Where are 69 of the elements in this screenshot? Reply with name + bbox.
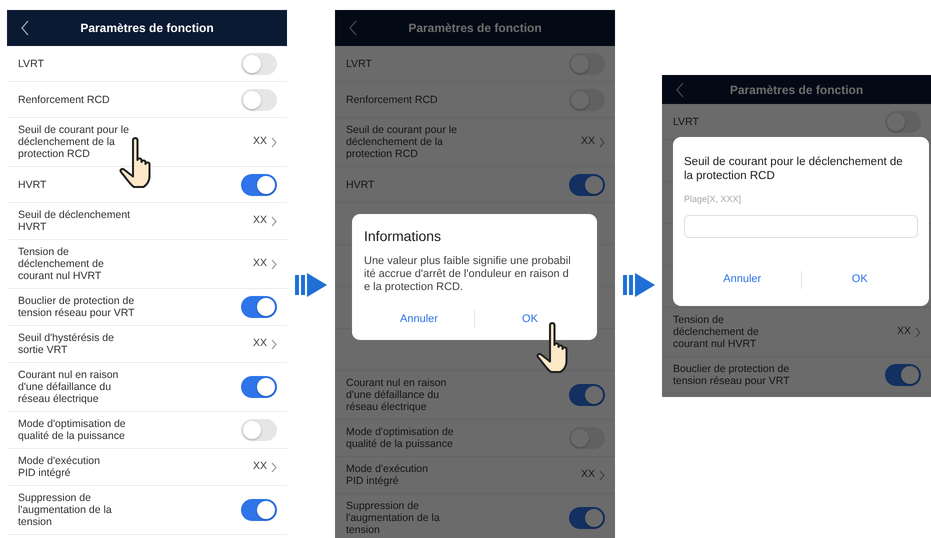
- double-arrow-icon: [294, 272, 328, 298]
- dialog-button[interactable]: Annuler: [364, 306, 474, 332]
- chevron-right-icon: [599, 470, 605, 480]
- setting-label: Courant nul en raison d'une défaillance du réseau électrique: [18, 369, 118, 405]
- toggle-switch[interactable]: [241, 376, 277, 398]
- double-arrow-icon: [622, 272, 656, 298]
- setting-label: Mode d'exécution PID intégré: [18, 455, 100, 479]
- chevron-right-icon: [271, 338, 277, 350]
- setting-value: XX: [896, 324, 911, 340]
- chevron-right-icon: [271, 462, 277, 472]
- setting-label: Seuil de déclenchement HVRT: [18, 209, 130, 233]
- toggle-switch[interactable]: [885, 110, 921, 132]
- dialog-button[interactable]: OK: [802, 267, 918, 292]
- setting-label: Renforcement RCD: [18, 94, 110, 106]
- chevron-right-icon: [271, 136, 277, 148]
- range-hint: Plage[X, XXX]: [684, 193, 742, 206]
- toggle-switch[interactable]: [241, 52, 277, 74]
- toggle-switch[interactable]: [241, 419, 277, 441]
- setting-label: Seuil de courant pour le déclenchement de la protection RCD: [346, 124, 457, 160]
- dialog-title: Seuil de courant pour le déclenchement de la protection RCD: [684, 155, 904, 183]
- dialog-message: Une valeur plus faible signifie une probabilité accrue d'arrêt de l'onduleur en raison de la protection RCD.: [364, 255, 571, 294]
- setting-label: Seuil de courant pour le déclenchement de la protection RCD: [18, 124, 129, 160]
- setting-label: Renforcement RCD: [346, 94, 438, 106]
- setting-value: XX: [252, 134, 267, 150]
- setting-label: Mode d'exécution PID intégré: [346, 463, 428, 487]
- toggle-switch[interactable]: [569, 52, 605, 74]
- setting-label: Seuil d'hystérésis de sortie VRT: [18, 332, 114, 356]
- setting-label: Courant nul en raison d'une défaillance du réseau électrique: [346, 377, 446, 413]
- setting-value: XX: [252, 256, 267, 272]
- setting-label: Tension de déclenchement de courant nul HVRT: [673, 314, 759, 350]
- setting-label: Suppression de l'augmentation de la tension: [18, 492, 112, 528]
- setting-label: HVRT: [346, 178, 374, 190]
- setting-value: XX: [580, 134, 595, 150]
- toggle-switch[interactable]: [569, 427, 605, 449]
- back-icon[interactable]: [21, 20, 29, 36]
- setting-value: XX: [252, 213, 267, 228]
- toggle-switch[interactable]: [569, 174, 605, 196]
- chevron-right-icon: [915, 326, 921, 338]
- setting-value: XX: [580, 467, 595, 482]
- toggle-switch[interactable]: [241, 88, 277, 110]
- setting-label: Bouclier de protection de tension réseau pour VRT: [18, 295, 135, 319]
- setting-label: LVRT: [18, 58, 44, 70]
- dialog-button[interactable]: OK: [475, 306, 585, 332]
- screen-title: Paramètres de fonction: [408, 20, 542, 37]
- setting-label: Tension de déclenchement de courant nul HVRT: [18, 246, 104, 282]
- setting-value: XX: [252, 459, 267, 474]
- toggle-switch[interactable]: [241, 499, 277, 521]
- screen-title: Paramètres de fonction: [730, 82, 864, 98]
- setting-label: Mode d'optimisation de qualité de la puissance: [18, 418, 126, 442]
- setting-value: XX: [252, 336, 267, 352]
- dialog-title: Informations: [364, 227, 442, 246]
- setting-label: Mode d'optimisation de qualité de la puissance: [346, 426, 454, 450]
- setting-label: Bouclier de protection de tension réseau pour VRT: [673, 363, 790, 387]
- chevron-right-icon: [599, 136, 605, 148]
- setting-label: Suppression de l'augmentation de la tension: [346, 500, 440, 536]
- input-field[interactable]: [684, 214, 918, 238]
- setting-label: HVRT: [18, 178, 46, 190]
- chevron-right-icon: [271, 216, 277, 226]
- dialog-button[interactable]: Annuler: [684, 267, 800, 292]
- setting-label: LVRT: [673, 116, 699, 128]
- toggle-switch[interactable]: [241, 174, 277, 196]
- toggle-switch[interactable]: [885, 364, 921, 386]
- chevron-right-icon: [271, 258, 277, 270]
- screen-title: Paramètres de fonction: [80, 20, 214, 37]
- setting-label: LVRT: [346, 58, 372, 70]
- toggle-switch[interactable]: [569, 384, 605, 406]
- toggle-switch[interactable]: [569, 88, 605, 110]
- toggle-switch[interactable]: [569, 507, 605, 529]
- toggle-switch[interactable]: [241, 296, 277, 318]
